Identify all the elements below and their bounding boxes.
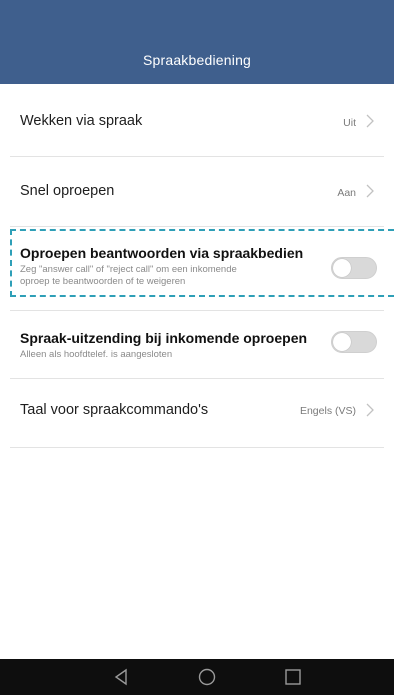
back-icon[interactable] xyxy=(112,668,130,686)
chevron-right-icon xyxy=(366,184,374,198)
setting-row-wake-by-voice[interactable]: Wekken via spraak Uit xyxy=(0,84,394,156)
chevron-right-icon xyxy=(366,403,374,417)
setting-row-announce-calls[interactable]: Spraak-uitzending bij inkomende oproepen… xyxy=(0,311,394,379)
divider xyxy=(10,447,384,448)
setting-description-line-1: Alleen als hoofdtelef. is aangesloten xyxy=(20,349,173,360)
divider xyxy=(10,226,384,227)
setting-label: Wekken via spraak xyxy=(20,113,143,129)
setting-label: Spraak-uitzending bij inkomende oproepen xyxy=(20,330,308,346)
setting-row-voice-language[interactable]: Taal voor spraakcommando's Engels (VS) xyxy=(0,379,394,447)
announce-calls-toggle[interactable] xyxy=(331,331,377,353)
home-icon[interactable] xyxy=(198,668,216,686)
setting-value: Uit xyxy=(343,117,356,129)
setting-value: Engels (VS) xyxy=(299,405,356,417)
recents-icon[interactable] xyxy=(284,668,302,686)
app-header: Spraakbediening xyxy=(0,0,394,84)
setting-row-quick-call[interactable]: Snel oproepen Aan xyxy=(0,157,394,227)
toggle-knob xyxy=(333,333,351,351)
system-nav-bar xyxy=(0,659,394,695)
setting-label: Snel oproepen xyxy=(20,183,115,199)
setting-label: Taal voor spraakcommando's xyxy=(20,402,209,418)
page-title: Spraakbediening xyxy=(142,52,252,68)
setting-value: Aan xyxy=(337,187,356,199)
highlight-frame xyxy=(10,229,394,297)
chevron-right-icon xyxy=(366,114,374,128)
